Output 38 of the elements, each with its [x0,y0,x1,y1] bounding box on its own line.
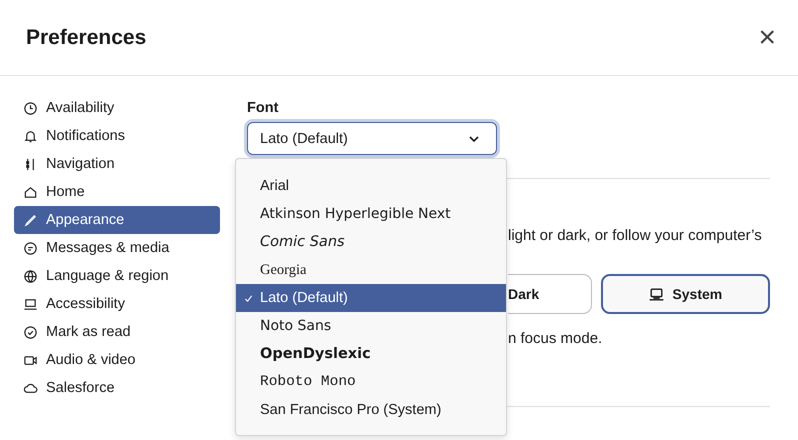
theme-button[interactable]: Dark [508,274,592,314]
laptop-icon [648,286,666,302]
font-option[interactable]: Lato (Default) [236,284,506,312]
focus-mode-note: n focus mode. [508,330,604,347]
sidebar-item[interactable]: Availability [14,94,220,122]
font-option[interactable]: San Francisco Pro (System) [236,396,506,424]
sidebar-item[interactable]: Navigation [14,150,220,178]
brush-icon [23,212,38,228]
clock-icon [23,100,38,116]
dialog-title: Preferences [26,26,146,50]
font-option[interactable]: Comic Sans [236,228,506,256]
font-option[interactable]: Atkinson Hyperlegible Next [236,200,506,228]
font-option[interactable]: Noto Sans [236,312,506,340]
sidebar-item[interactable]: Accessibility [14,290,220,318]
theme-button[interactable]: System [600,274,770,314]
sidebar-item[interactable]: Mark as read [14,318,220,346]
sidebar-item[interactable]: Notifications [14,122,220,150]
sidebar-item[interactable]: Language & region [14,262,220,290]
sidebar-item[interactable]: Home [14,178,220,206]
field-label: Font [247,100,280,118]
checkmark-icon [244,294,253,302]
chat-icon [23,240,38,256]
font-option[interactable]: Arial [236,172,506,200]
sidebar-item[interactable]: Audio & video [14,346,220,374]
bell-icon [23,128,38,144]
chevron-down-icon [468,134,480,142]
font-option[interactable]: OpenDyslexic [236,340,506,368]
font-option[interactable]: Georgia [236,256,506,284]
sidebar-item[interactable]: Salesforce [14,374,220,402]
sidebar-item[interactable]: Messages & media [14,234,220,262]
font-dropdown[interactable]: Lato (Default) [247,122,497,155]
house-icon [23,184,38,200]
font-option[interactable]: Roboto Mono [236,368,506,396]
sidebar-item[interactable]: Appearance [14,206,220,234]
theme-description: light or dark, or follow your computer’s [508,227,763,246]
close-button[interactable]: × [756,22,778,52]
checkmark-circle-icon [23,324,38,340]
globe-icon [23,268,38,284]
